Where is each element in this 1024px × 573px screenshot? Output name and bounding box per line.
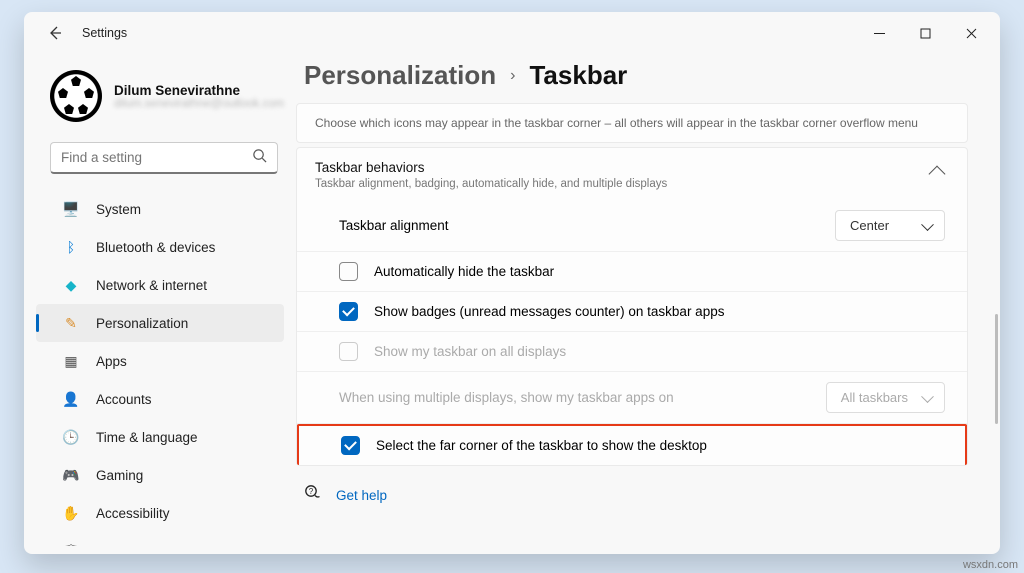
sidebar-item-bluetooth-devices[interactable]: ᛒ Bluetooth & devices [36, 228, 284, 266]
network-internet-icon: ◆ [62, 276, 80, 294]
settings-window: Settings Dilum Senevirathne dilum.senevi… [24, 12, 1000, 554]
far-corner-checkbox[interactable] [341, 436, 360, 455]
badges-row[interactable]: Show badges (unread messages counter) on… [297, 292, 967, 332]
alignment-label: Taskbar alignment [339, 218, 835, 233]
sidebar-item-label: Time & language [96, 430, 198, 445]
multi-display-label: When using multiple displays, show my ta… [339, 390, 826, 405]
auto-hide-label: Automatically hide the taskbar [374, 264, 945, 279]
close-button[interactable] [948, 13, 994, 53]
sidebar-item-accessibility[interactable]: ✋ Accessibility [36, 494, 284, 532]
sidebar-item-label: Privacy & security [96, 544, 203, 546]
content-pane: Personalization › Taskbar Choose which i… [296, 54, 1000, 554]
scrollbar-thumb[interactable] [995, 314, 998, 424]
time-language-icon: 🕒 [62, 428, 80, 446]
far-corner-label: Select the far corner of the taskbar to … [376, 438, 943, 453]
help-icon: ? [304, 484, 322, 507]
chevron-up-icon [929, 166, 946, 183]
main-area: Dilum Senevirathne dilum.senevirathne@ou… [24, 54, 1000, 554]
chevron-right-icon: › [510, 67, 515, 85]
sidebar-item-label: Personalization [96, 316, 188, 331]
sidebar-item-label: Accounts [96, 392, 152, 407]
behaviors-title: Taskbar behaviors [315, 160, 667, 175]
multi-display-select: All taskbars [826, 382, 945, 413]
nav-list: 🖥️ System ᛒ Bluetooth & devices ◆ Network & i… [32, 186, 296, 546]
system-icon: 🖥️ [62, 200, 80, 218]
multi-display-row: When using multiple displays, show my ta… [297, 372, 967, 424]
sidebar-item-privacy-security[interactable]: 🛡 Privacy & security [36, 532, 284, 546]
sidebar-item-network-internet[interactable]: ◆ Network & internet [36, 266, 284, 304]
search-input[interactable] [61, 150, 252, 165]
breadcrumb-parent[interactable]: Personalization [304, 60, 496, 91]
search-icon [252, 148, 267, 168]
sidebar-item-personalization[interactable]: ✎ Personalization [36, 304, 284, 342]
sidebar-item-gaming[interactable]: 🎮 Gaming [36, 456, 284, 494]
search-box[interactable] [50, 142, 278, 174]
privacy-security-icon: 🛡 [62, 542, 80, 546]
app-title: Settings [82, 26, 127, 40]
window-controls [856, 13, 994, 53]
avatar [50, 70, 102, 122]
sidebar-item-label: Gaming [96, 468, 143, 483]
all-displays-row: Show my taskbar on all displays [297, 332, 967, 372]
gaming-icon: 🎮 [62, 466, 80, 484]
maximize-button[interactable] [902, 13, 948, 53]
badges-checkbox[interactable] [339, 302, 358, 321]
settings-panel: Choose which icons may appear in the tas… [296, 103, 972, 544]
profile-email: dilum.senevirathne@outlook.com [114, 98, 284, 110]
accessibility-icon: ✋ [62, 504, 80, 522]
profile-name: Dilum Senevirathne [114, 83, 284, 98]
breadcrumb: Personalization › Taskbar [296, 58, 972, 103]
minimize-button[interactable] [856, 13, 902, 53]
auto-hide-row[interactable]: Automatically hide the taskbar [297, 252, 967, 292]
behaviors-header[interactable]: Taskbar behaviors Taskbar alignment, bad… [297, 148, 967, 200]
bluetooth-devices-icon: ᛒ [62, 238, 80, 256]
sidebar-item-label: Accessibility [96, 506, 170, 521]
sidebar-item-apps[interactable]: ▦ Apps [36, 342, 284, 380]
all-displays-checkbox [339, 342, 358, 361]
alignment-row: Taskbar alignment Center [297, 200, 967, 252]
sidebar-item-system[interactable]: 🖥️ System [36, 190, 284, 228]
sidebar-item-label: System [96, 202, 141, 217]
sidebar-item-time-language[interactable]: 🕒 Time & language [36, 418, 284, 456]
sidebar-item-label: Bluetooth & devices [96, 240, 215, 255]
watermark: wsxdn.com [963, 559, 1018, 571]
far-corner-row[interactable]: Select the far corner of the taskbar to … [297, 424, 967, 465]
breadcrumb-current: Taskbar [529, 60, 627, 91]
back-button[interactable] [40, 18, 70, 48]
auto-hide-checkbox[interactable] [339, 262, 358, 281]
overflow-card[interactable]: Choose which icons may appear in the tas… [296, 103, 968, 143]
overflow-description: Choose which icons may appear in the tas… [315, 116, 949, 130]
all-displays-label: Show my taskbar on all displays [374, 344, 945, 359]
personalization-icon: ✎ [62, 314, 80, 332]
badges-label: Show badges (unread messages counter) on… [374, 304, 945, 319]
svg-text:?: ? [309, 487, 314, 496]
behaviors-subtitle: Taskbar alignment, badging, automaticall… [315, 178, 667, 190]
taskbar-behaviors-card: Taskbar behaviors Taskbar alignment, bad… [296, 147, 968, 466]
sidebar-item-label: Apps [96, 354, 127, 369]
accounts-icon: 👤 [62, 390, 80, 408]
sidebar-item-accounts[interactable]: 👤 Accounts [36, 380, 284, 418]
get-help-link[interactable]: Get help [336, 488, 387, 503]
help-row: ? Get help [296, 470, 968, 511]
alignment-select[interactable]: Center [835, 210, 945, 241]
sidebar-item-label: Network & internet [96, 278, 207, 293]
apps-icon: ▦ [62, 352, 80, 370]
profile-block[interactable]: Dilum Senevirathne dilum.senevirathne@ou… [32, 62, 296, 136]
sidebar: Dilum Senevirathne dilum.senevirathne@ou… [24, 54, 296, 554]
titlebar: Settings [24, 12, 1000, 54]
